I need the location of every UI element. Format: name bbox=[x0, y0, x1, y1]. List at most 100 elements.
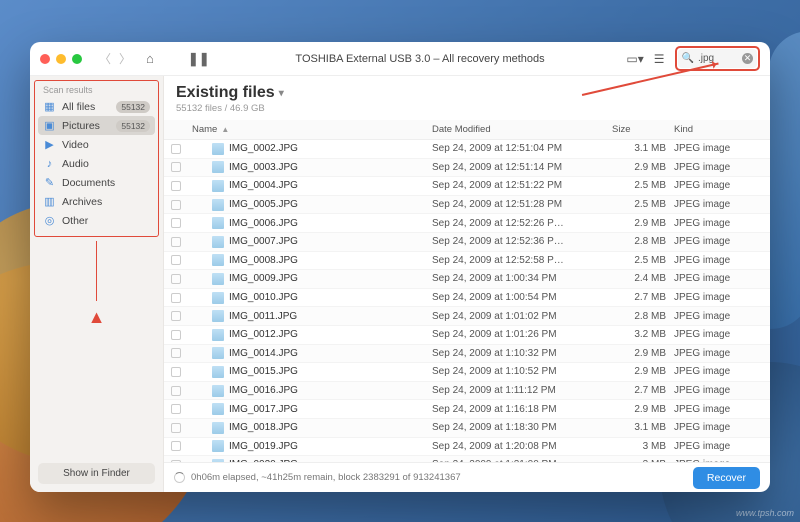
file-kind: JPEG image bbox=[674, 441, 770, 452]
column-kind[interactable]: Kind bbox=[674, 124, 770, 135]
titlebar: 〈 〉 ⌂ ❚❚ TOSHIBA External USB 3.0 – All … bbox=[30, 42, 770, 76]
search-field-highlight: 🔍 .jpg ✕ bbox=[675, 46, 760, 71]
file-icon bbox=[212, 347, 224, 359]
table-row[interactable]: IMG_0019.JPGSep 24, 2009 at 1:20:08 PM3 … bbox=[164, 438, 770, 457]
content-title-text: Existing files bbox=[176, 84, 275, 102]
row-checkbox[interactable] bbox=[164, 200, 188, 210]
file-name-cell: IMG_0016.JPG bbox=[188, 385, 432, 397]
row-checkbox[interactable] bbox=[164, 367, 188, 377]
file-size: 3.2 MB bbox=[612, 329, 674, 340]
table-row[interactable]: IMG_0018.JPGSep 24, 2009 at 1:18:30 PM3.… bbox=[164, 419, 770, 438]
sidebar-item-label: Video bbox=[62, 139, 150, 151]
show-in-finder-button[interactable]: Show in Finder bbox=[38, 463, 155, 484]
minimize-window-button[interactable] bbox=[56, 54, 66, 64]
file-name-cell: IMG_0004.JPG bbox=[188, 180, 432, 192]
file-date: Sep 24, 2009 at 1:01:02 PM bbox=[432, 311, 612, 322]
file-name-cell: IMG_0017.JPG bbox=[188, 403, 432, 415]
file-name-cell: IMG_0005.JPG bbox=[188, 199, 432, 211]
filter-icon[interactable]: ☰ bbox=[654, 52, 665, 66]
table-row[interactable]: IMG_0004.JPGSep 24, 2009 at 12:51:22 PM2… bbox=[164, 177, 770, 196]
column-size[interactable]: Size bbox=[612, 124, 674, 135]
search-icon: 🔍 bbox=[682, 53, 694, 64]
pause-button[interactable]: ❚❚ bbox=[184, 51, 214, 67]
row-checkbox[interactable] bbox=[164, 255, 188, 265]
table-row[interactable]: IMG_0008.JPGSep 24, 2009 at 12:52:58 P…2… bbox=[164, 252, 770, 271]
table-row[interactable]: IMG_0002.JPGSep 24, 2009 at 12:51:04 PM3… bbox=[164, 140, 770, 159]
file-name: IMG_0017.JPG bbox=[229, 404, 298, 415]
nav-back-button[interactable]: 〈 bbox=[96, 48, 114, 69]
table-row[interactable]: IMG_0003.JPGSep 24, 2009 at 12:51:14 PM2… bbox=[164, 159, 770, 178]
table-row[interactable]: IMG_0015.JPGSep 24, 2009 at 1:10:52 PM2.… bbox=[164, 363, 770, 382]
column-name[interactable]: Name▲ bbox=[188, 124, 432, 135]
row-checkbox[interactable] bbox=[164, 293, 188, 303]
row-checkbox[interactable] bbox=[164, 144, 188, 154]
file-name: IMG_0019.JPG bbox=[229, 441, 298, 452]
file-list[interactable]: IMG_0002.JPGSep 24, 2009 at 12:51:04 PM3… bbox=[164, 140, 770, 462]
sidebar-item-documents[interactable]: ✎Documents bbox=[35, 173, 158, 192]
row-checkbox[interactable] bbox=[164, 348, 188, 358]
row-checkbox[interactable] bbox=[164, 423, 188, 433]
table-row[interactable]: IMG_0010.JPGSep 24, 2009 at 1:00:54 PM2.… bbox=[164, 289, 770, 308]
file-kind: JPEG image bbox=[674, 385, 770, 396]
close-window-button[interactable] bbox=[40, 54, 50, 64]
row-checkbox[interactable] bbox=[164, 181, 188, 191]
file-size: 2.9 MB bbox=[612, 404, 674, 415]
file-name-cell: IMG_0018.JPG bbox=[188, 422, 432, 434]
column-checkbox[interactable] bbox=[164, 124, 188, 135]
home-icon[interactable]: ⌂ bbox=[142, 51, 158, 66]
file-date: Sep 24, 2009 at 12:51:22 PM bbox=[432, 180, 612, 191]
file-icon bbox=[212, 161, 224, 173]
row-checkbox[interactable] bbox=[164, 274, 188, 284]
file-size: 2.7 MB bbox=[612, 385, 674, 396]
table-row[interactable]: IMG_0006.JPGSep 24, 2009 at 12:52:26 P…2… bbox=[164, 214, 770, 233]
file-icon bbox=[212, 366, 224, 378]
nav-forward-button[interactable]: 〉 bbox=[116, 48, 134, 69]
sidebar-item-label: Documents bbox=[62, 177, 150, 189]
row-checkbox[interactable] bbox=[164, 386, 188, 396]
annotation-arrow-line bbox=[96, 241, 98, 301]
toolbar-right: ▭▾ ☰ 🔍 .jpg ✕ bbox=[626, 46, 760, 71]
file-size: 3.1 MB bbox=[612, 143, 674, 154]
table-row[interactable]: IMG_0017.JPGSep 24, 2009 at 1:16:18 PM2.… bbox=[164, 400, 770, 419]
sidebar-item-pictures[interactable]: ▣Pictures55132 bbox=[38, 116, 155, 135]
row-checkbox[interactable] bbox=[164, 404, 188, 414]
sidebar-item-all-files[interactable]: ▦All files55132 bbox=[35, 97, 158, 116]
video-icon: ▶ bbox=[43, 138, 56, 151]
table-row[interactable]: IMG_0016.JPGSep 24, 2009 at 1:11:12 PM2.… bbox=[164, 382, 770, 401]
sidebar-item-video[interactable]: ▶ Video bbox=[35, 135, 158, 154]
file-date: Sep 24, 2009 at 12:52:58 P… bbox=[432, 255, 612, 266]
file-size: 2.5 MB bbox=[612, 180, 674, 191]
file-icon bbox=[212, 143, 224, 155]
sidebar-item-archives[interactable]: ▥Archives bbox=[35, 192, 158, 211]
view-options-icon[interactable]: ▭▾ bbox=[626, 52, 643, 66]
table-row[interactable]: IMG_0012.JPGSep 24, 2009 at 1:01:26 PM3.… bbox=[164, 326, 770, 345]
row-checkbox[interactable] bbox=[164, 330, 188, 340]
table-row[interactable]: IMG_0005.JPGSep 24, 2009 at 12:51:28 PM2… bbox=[164, 196, 770, 215]
table-row[interactable]: IMG_0014.JPGSep 24, 2009 at 1:10:32 PM2.… bbox=[164, 345, 770, 364]
clear-search-icon[interactable]: ✕ bbox=[742, 53, 753, 64]
sidebar-item-other[interactable]: ◎Other bbox=[35, 211, 158, 230]
nav-arrows: 〈 〉 bbox=[96, 48, 134, 69]
main-panel: Existing files ▾ 55132 files / 46.9 GB N… bbox=[164, 76, 770, 492]
sidebar-item-audio[interactable]: ♪Audio bbox=[35, 154, 158, 173]
column-date[interactable]: Date Modified bbox=[432, 124, 612, 135]
recover-button[interactable]: Recover bbox=[693, 467, 760, 489]
file-icon bbox=[212, 254, 224, 266]
file-size: 2.5 MB bbox=[612, 255, 674, 266]
table-row[interactable]: IMG_0009.JPGSep 24, 2009 at 1:00:34 PM2.… bbox=[164, 270, 770, 289]
file-date: Sep 24, 2009 at 1:20:08 PM bbox=[432, 441, 612, 452]
zoom-window-button[interactable] bbox=[72, 54, 82, 64]
row-checkbox[interactable] bbox=[164, 218, 188, 228]
row-checkbox[interactable] bbox=[164, 162, 188, 172]
file-kind: JPEG image bbox=[674, 311, 770, 322]
table-row[interactable]: IMG_0007.JPGSep 24, 2009 at 12:52:36 P…2… bbox=[164, 233, 770, 252]
row-checkbox[interactable] bbox=[164, 311, 188, 321]
content-title[interactable]: Existing files ▾ bbox=[176, 84, 758, 102]
row-checkbox[interactable] bbox=[164, 441, 188, 451]
search-field[interactable]: 🔍 .jpg ✕ bbox=[678, 49, 757, 68]
file-date: Sep 24, 2009 at 12:51:14 PM bbox=[432, 162, 612, 173]
table-row[interactable]: IMG_0011.JPGSep 24, 2009 at 1:01:02 PM2.… bbox=[164, 307, 770, 326]
file-kind: JPEG image bbox=[674, 422, 770, 433]
traffic-lights bbox=[40, 54, 82, 64]
row-checkbox[interactable] bbox=[164, 237, 188, 247]
